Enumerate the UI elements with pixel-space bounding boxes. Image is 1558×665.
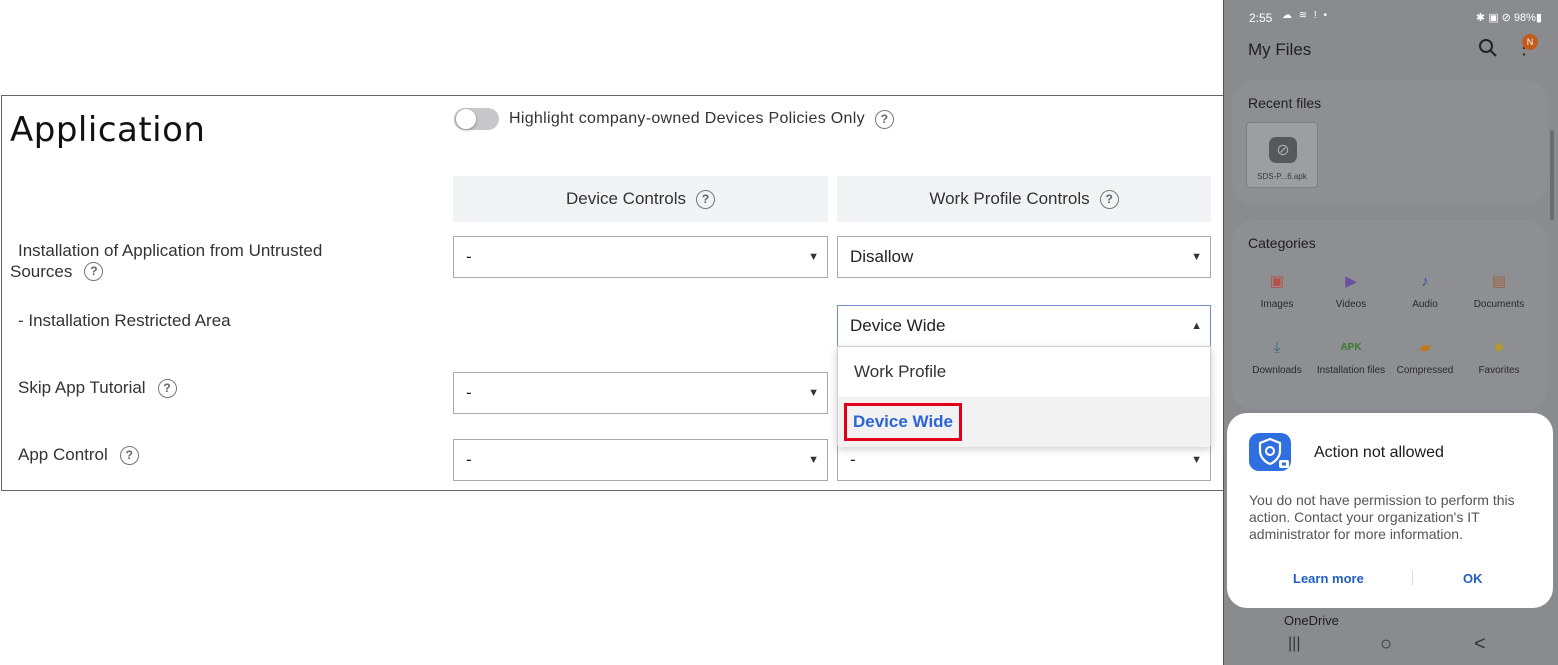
chevron-down-icon: ▼: [808, 387, 819, 399]
dropdown-option-device-wide[interactable]: Device Wide: [838, 397, 1210, 447]
apk-file-icon: ⊘: [1269, 137, 1297, 163]
select-value: -: [466, 383, 472, 402]
music-note-icon: ♪: [1421, 273, 1429, 290]
recent-files-title: Recent files: [1248, 95, 1322, 111]
category-videos[interactable]: ▶ Videos: [1314, 272, 1388, 310]
dialog-title: Action not allowed: [1314, 444, 1444, 461]
help-icon[interactable]: ?: [874, 109, 894, 129]
chevron-down-icon: ▼: [808, 454, 819, 466]
select-value: -: [850, 450, 856, 469]
dialog-message: You do not have permission to perform th…: [1249, 492, 1515, 542]
toggle-knob: [456, 109, 476, 129]
help-icon[interactable]: ?: [119, 445, 139, 465]
chevron-down-icon: ▼: [1191, 251, 1202, 263]
label-line-2-text: Sources: [10, 262, 73, 281]
recent-file-thumbnail[interactable]: ⊘ SDS-P...6.apk: [1246, 122, 1318, 188]
restricted-area-dropdown-menu: Work Profile Device Wide: [837, 346, 1211, 447]
video-icon: ▶: [1345, 273, 1357, 290]
navigation-bar: ||| ○ <: [1224, 625, 1558, 665]
option-label: Device Wide: [844, 403, 962, 441]
home-icon[interactable]: ○: [1380, 633, 1392, 656]
section-title: Application: [10, 110, 206, 150]
folder-zip-icon: ▰: [1419, 339, 1431, 356]
star-icon: ★: [1492, 339, 1506, 356]
label-text: - Installation Restricted Area: [18, 311, 231, 330]
option-label: Work Profile: [854, 362, 947, 381]
learn-more-button[interactable]: Learn more: [1293, 571, 1364, 586]
help-icon[interactable]: ?: [157, 378, 177, 398]
label-line-1: Installation of Application from Untrust…: [18, 241, 323, 260]
status-time: 2:55: [1249, 11, 1273, 25]
application-policy-panel: Application Highlight company-owned Devi…: [1, 95, 1223, 491]
category-label: Compressed: [1396, 365, 1454, 376]
scrollbar[interactable]: [1550, 130, 1554, 220]
device-controls-header: Device Controls ?: [453, 176, 828, 222]
help-icon[interactable]: ?: [84, 262, 104, 281]
notification-badge: N: [1522, 34, 1538, 50]
app-control-label: App Control ?: [18, 445, 139, 465]
chevron-up-icon: ▲: [1191, 320, 1202, 332]
restricted-area-work-select[interactable]: Device Wide ▲: [837, 305, 1211, 347]
image-icon: ▣: [1269, 273, 1285, 290]
category-label: Documents: [1473, 299, 1525, 310]
category-favorites[interactable]: ★ Favorites: [1462, 338, 1536, 376]
recent-file-name: SDS-P...6.apk: [1257, 172, 1307, 181]
untrusted-sources-work-select[interactable]: Disallow ▼: [837, 236, 1211, 278]
skip-app-tutorial-label: Skip App Tutorial ?: [18, 378, 177, 398]
search-icon[interactable]: [1478, 38, 1498, 58]
label-text: App Control: [18, 445, 108, 464]
highlight-toggle-row: Highlight company-owned Devices Policies…: [454, 108, 894, 130]
select-value: Disallow: [850, 247, 914, 266]
label-text: Skip App Tutorial: [18, 378, 146, 397]
category-downloads[interactable]: ⤓ Downloads: [1240, 338, 1314, 376]
recent-apps-icon[interactable]: |||: [1288, 635, 1300, 653]
help-icon[interactable]: ?: [696, 189, 715, 209]
document-icon: ▤: [1491, 273, 1507, 290]
app-title: My Files: [1248, 40, 1312, 59]
status-bar: 2:55 ☁ ≋ ! • ✱ ▣ ⊘ 98%▮: [1224, 0, 1558, 34]
category-label: Downloads: [1252, 365, 1302, 376]
work-profile-controls-header: Work Profile Controls ?: [837, 176, 1211, 222]
category-label: Favorites: [1478, 365, 1520, 376]
chevron-down-icon: ▼: [808, 251, 819, 263]
installation-restricted-area-label: - Installation Restricted Area: [18, 311, 231, 331]
device-controls-label: Device Controls: [566, 189, 686, 208]
download-icon: ⤓: [1273, 339, 1281, 356]
category-label: Installation files: [1316, 365, 1386, 376]
notification-icons: ☁ ≋ ! •: [1282, 10, 1329, 21]
ok-button[interactable]: OK: [1463, 571, 1483, 586]
select-value: -: [466, 247, 472, 266]
category-images[interactable]: ▣ Images: [1240, 272, 1314, 310]
action-not-allowed-dialog: Action not allowed You do not have permi…: [1227, 413, 1553, 608]
label-line-2: Sources ?: [10, 261, 322, 282]
highlight-toggle-label: Highlight company-owned Devices Policies…: [509, 110, 865, 127]
work-profile-controls-label: Work Profile Controls: [929, 189, 1090, 208]
status-right-icons: ✱ ▣ ⊘ 98%▮: [1475, 12, 1542, 24]
untrusted-sources-label: Installation of Application from Untrust…: [10, 240, 322, 282]
app-control-device-select[interactable]: - ▼: [453, 439, 828, 481]
help-icon[interactable]: ?: [1099, 189, 1119, 209]
security-shield-icon: [1249, 433, 1291, 471]
untrusted-sources-device-select[interactable]: - ▼: [453, 236, 828, 278]
apk-icon: APK: [1340, 342, 1362, 353]
dropdown-option-work-profile[interactable]: Work Profile: [838, 347, 1210, 397]
skip-app-tutorial-device-select[interactable]: - ▼: [453, 372, 828, 414]
categories-title: Categories: [1248, 235, 1316, 251]
categories-card: Categories ▣ Images ▶ Videos ♪ Audio ▤ D…: [1232, 220, 1548, 410]
select-value: -: [466, 450, 472, 469]
category-installation-files[interactable]: APK Installation files: [1314, 338, 1388, 376]
select-value: Device Wide: [850, 316, 946, 335]
phone-screenshot: 2:55 ☁ ≋ ! • ✱ ▣ ⊘ 98%▮ My Files ⋮ N Rec…: [1223, 0, 1558, 665]
category-audio[interactable]: ♪ Audio: [1388, 272, 1462, 310]
category-label: Audio: [1412, 299, 1438, 310]
category-label: Images: [1260, 299, 1294, 310]
category-label: Videos: [1335, 299, 1367, 310]
category-compressed[interactable]: ▰ Compressed: [1388, 338, 1462, 376]
back-icon[interactable]: <: [1474, 633, 1486, 656]
chevron-down-icon: ▼: [1191, 454, 1202, 466]
highlight-company-owned-toggle[interactable]: [454, 108, 499, 130]
category-documents[interactable]: ▤ Documents: [1462, 272, 1536, 310]
button-divider: [1412, 571, 1413, 585]
recent-files-card: Recent files ⊘ SDS-P...6.apk: [1232, 80, 1548, 205]
